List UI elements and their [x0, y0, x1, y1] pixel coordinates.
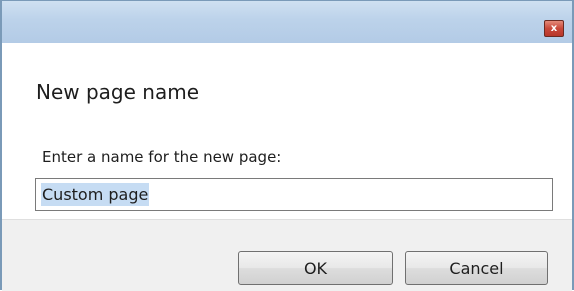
title-bar: x: [2, 1, 572, 43]
close-button[interactable]: x: [544, 20, 564, 37]
selected-input-text: Custom page: [41, 183, 150, 206]
dialog-window: x New page name Enter a name for the new…: [0, 0, 574, 291]
dialog-title: New page name: [36, 80, 200, 104]
dialog-footer: OK Cancel: [2, 219, 572, 291]
dialog-content: New page name Enter a name for the new p…: [2, 43, 572, 219]
cancel-button[interactable]: Cancel: [405, 251, 548, 285]
ok-button[interactable]: OK: [238, 251, 393, 285]
close-icon: x: [550, 22, 558, 34]
page-name-input[interactable]: Custom page: [35, 178, 553, 211]
name-prompt-label: Enter a name for the new page:: [42, 148, 282, 166]
